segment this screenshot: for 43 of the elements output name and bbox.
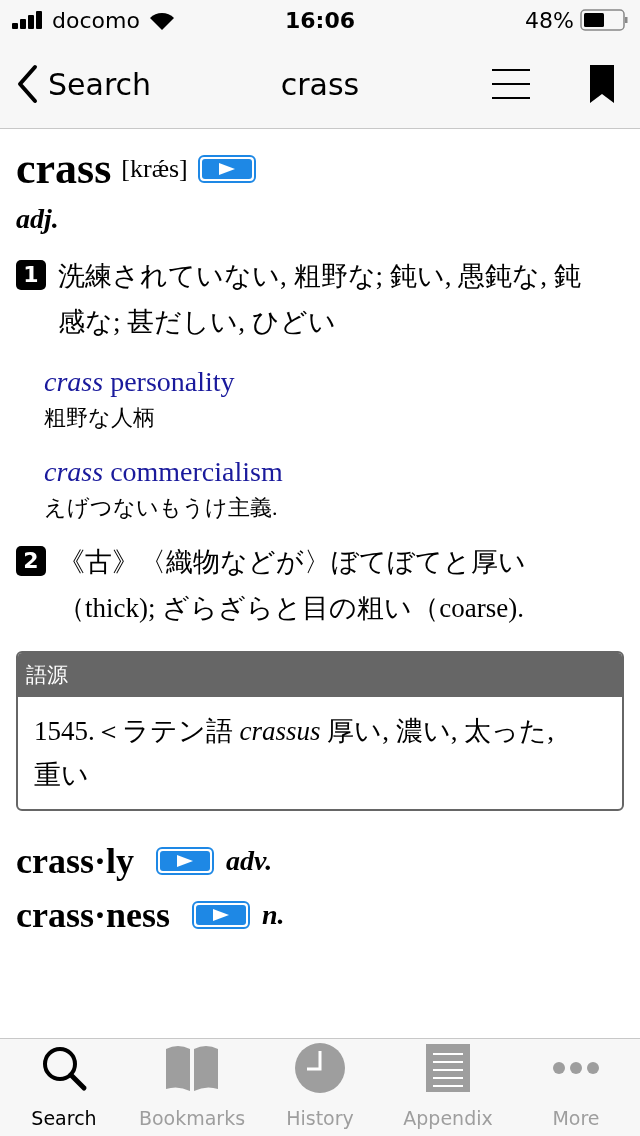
search-icon bbox=[40, 1044, 88, 1093]
part-of-speech: adv. bbox=[226, 844, 273, 878]
book-icon bbox=[164, 1045, 220, 1092]
sense-definition: 洗練されていない, 粗野な; 鈍い, 愚鈍な, 鈍感な; 甚だしい, ひどい bbox=[58, 260, 582, 339]
example-phrase: crass personality bbox=[44, 365, 236, 399]
battery-percent: 48% bbox=[525, 6, 574, 35]
more-icon bbox=[552, 1061, 600, 1076]
sense-definition: 《古》〈織物などが〉ぼてぼてと厚い（thick); ざらざらと目の粗い（coarse). bbox=[58, 546, 527, 625]
example-translation: えげつないもうけ主義. bbox=[44, 494, 279, 522]
back-button[interactable]: Search bbox=[16, 61, 152, 107]
back-chevron-icon bbox=[16, 64, 38, 104]
page-title: crass bbox=[280, 65, 360, 104]
etymology-text: 1545.＜ラテン語 crassus 厚い, 濃い, 太った, 重い bbox=[33, 715, 555, 792]
play-button[interactable] bbox=[197, 155, 256, 183]
tab-button[interactable]: Search bbox=[0, 1039, 128, 1136]
signal-icon bbox=[12, 11, 44, 29]
part-of-speech: adj. bbox=[16, 202, 60, 236]
part-of-speech: n. bbox=[262, 898, 285, 932]
battery-icon bbox=[580, 9, 628, 31]
play-icon bbox=[175, 854, 195, 868]
tab-button[interactable]: Bookmarks bbox=[128, 1039, 256, 1136]
derived-word: crass·ness bbox=[16, 894, 170, 937]
example-translation: 粗野な人柄 bbox=[44, 404, 156, 432]
pronunciation: [krǽs] bbox=[121, 153, 188, 185]
etymology-label: 語源 bbox=[18, 653, 622, 697]
headword: crass bbox=[16, 149, 112, 189]
clock-icon bbox=[295, 1043, 345, 1094]
example-phrase: crass commercialism bbox=[44, 455, 284, 489]
carrier-name: docomo bbox=[52, 6, 140, 35]
tab-button[interactable]: More bbox=[512, 1039, 640, 1136]
clock-time: 16:06 bbox=[283, 6, 356, 35]
document-icon bbox=[426, 1044, 470, 1093]
play-button[interactable] bbox=[156, 847, 214, 875]
bookmark-icon[interactable] bbox=[590, 65, 614, 103]
menu-icon[interactable] bbox=[492, 68, 530, 100]
play-button[interactable] bbox=[192, 901, 250, 929]
play-icon bbox=[211, 908, 231, 922]
derived-word: crass·ly bbox=[16, 840, 134, 883]
sense-number: 2 bbox=[16, 546, 46, 576]
play-icon bbox=[216, 162, 237, 176]
tab-button[interactable]: History bbox=[256, 1039, 384, 1136]
tab-button[interactable]: Appendix bbox=[384, 1039, 512, 1136]
sense-number: 1 bbox=[16, 260, 46, 290]
